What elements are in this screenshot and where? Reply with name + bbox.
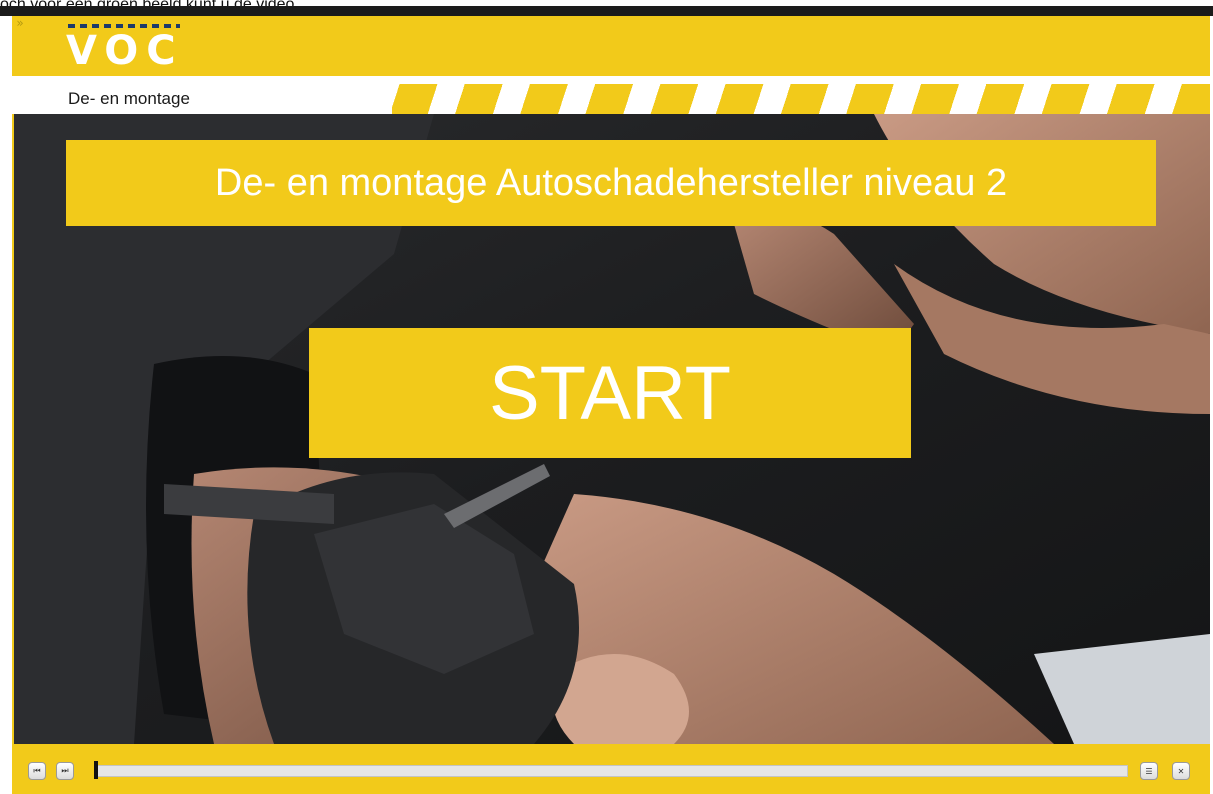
start-button[interactable]: START [309,328,911,458]
decorative-stripes [392,84,1210,114]
skip-forward-icon[interactable]: ⏭ [56,762,74,780]
start-label: START [488,350,732,436]
player-controls: ⏮ ⏭ ☰ ✕ [12,748,1210,792]
menu-icon[interactable]: ☰ [1140,762,1158,780]
header: » VOC [12,16,1210,76]
course-player: » VOC De- en montage De- en montage Auto… [12,16,1210,794]
browser-top-strip: och voor een groen beeld kunt u de video [0,0,1213,16]
subheader: De- en montage [12,76,1210,114]
course-title: De- en montage Autoschadehersteller nive… [214,161,1008,204]
course-title-banner: De- en montage Autoschadehersteller nive… [66,140,1156,226]
progress-thumb[interactable] [94,761,98,779]
double-chevron-right-icon[interactable]: » [12,16,28,32]
module-title: De- en montage [68,89,190,108]
browser-strip-bar [0,6,1213,16]
progress-bar[interactable] [94,765,1128,777]
close-icon[interactable]: ✕ [1172,762,1190,780]
logo-text: VOC [66,28,184,74]
skip-back-icon[interactable]: ⏮ [28,762,46,780]
voc-logo: VOC [66,20,186,76]
